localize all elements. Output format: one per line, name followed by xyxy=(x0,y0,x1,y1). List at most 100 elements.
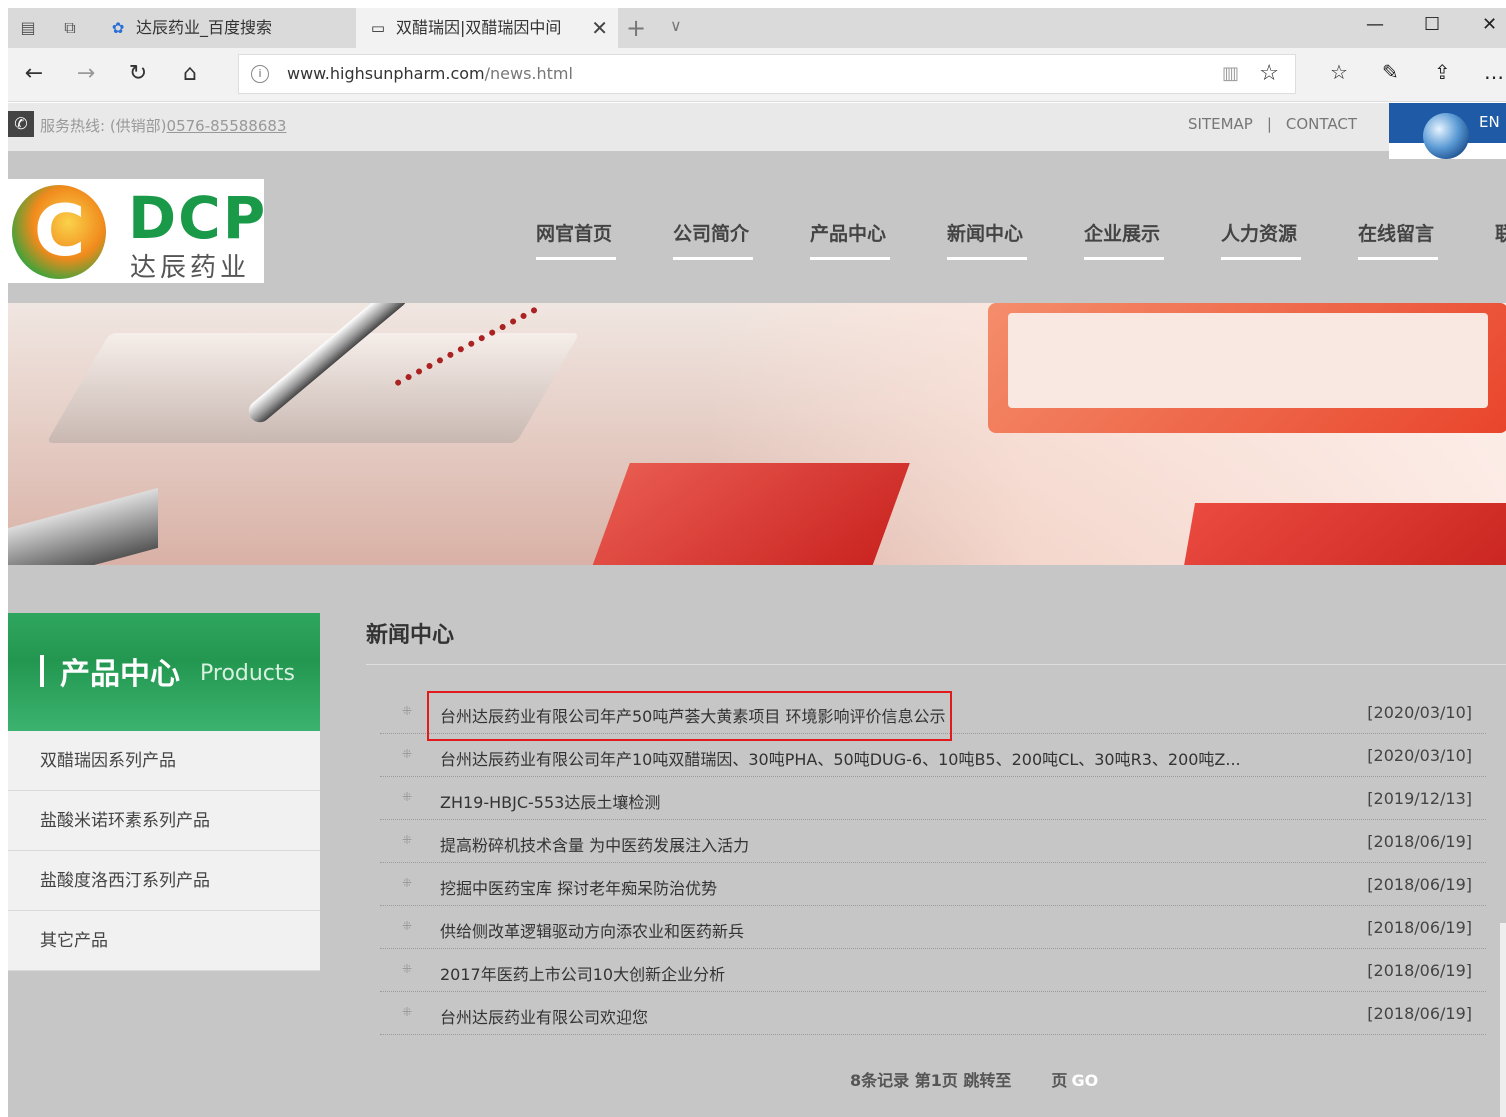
english-label[interactable]: EN xyxy=(1479,113,1500,131)
hotline-number[interactable]: 0576-85588683 xyxy=(167,117,287,135)
page-icon: ▭ xyxy=(370,19,386,37)
refresh-icon[interactable]: ↻ xyxy=(124,61,152,86)
link-separator: | xyxy=(1266,115,1272,133)
close-tab-icon[interactable]: ✕ xyxy=(591,8,608,48)
bullet-icon: ⁜ xyxy=(402,704,413,718)
tab-baidu[interactable]: ✿ 达辰药业_百度搜索 xyxy=(96,8,356,48)
scrollbar[interactable] xyxy=(1500,923,1506,1117)
go-button[interactable]: GO xyxy=(1071,1071,1098,1090)
tab-news[interactable]: ▭ 双醋瑞因|双醋瑞因中间 ✕ xyxy=(356,8,618,48)
share-icon[interactable]: ⇪ xyxy=(1434,60,1451,84)
sitemap-link[interactable]: SITEMAP xyxy=(1188,115,1253,133)
tab-preview-icon[interactable]: ∨ xyxy=(670,16,682,35)
top-info-bar: ✆ 服务热线: (供销部)0576-85588683 SITEMAP | CONTA… xyxy=(8,103,1506,159)
bullet-icon: ⁜ xyxy=(402,962,413,976)
news-title[interactable]: 供给侧改革逻辑驱动方向添农业和医药新兵 xyxy=(440,918,744,942)
news-title[interactable]: 挖掘中医药宝库 探讨老年痴呆防治优势 xyxy=(440,875,717,899)
url-field[interactable]: i www.highsunpharm.com/news.html ▥ ☆ xyxy=(238,54,1296,94)
nav-underline xyxy=(1358,257,1438,260)
nav-item-products[interactable]: 产品中心 xyxy=(810,219,890,260)
sidebar: 产品中心 Products 双醋瑞因系列产品 盐酸米诺环素系列产品 盐酸度洛西汀… xyxy=(8,613,320,971)
info-icon[interactable]: i xyxy=(251,65,269,83)
nav-item-hr[interactable]: 人力资源 xyxy=(1221,219,1301,260)
news-title[interactable]: 台州达辰药业有限公司年产10吨双醋瑞因、30吨PHA、50吨DUG-6、10吨B… xyxy=(440,746,1241,770)
contact-link[interactable]: CONTACT xyxy=(1286,115,1357,133)
url-host: www.highsunpharm.com xyxy=(287,64,485,83)
tab-label: 达辰药业_百度搜索 xyxy=(136,18,273,37)
nav-item-news[interactable]: 新闻中心 xyxy=(947,219,1027,260)
globe-icon xyxy=(1423,113,1469,159)
news-date: [2018/06/19] xyxy=(1367,918,1472,937)
news-list: ⁜ 台州达辰药业有限公司年产50吨芦荟大黄素项目 环境影响评价信息公示 [2020/… xyxy=(380,691,1486,1035)
favorite-star-icon[interactable]: ☆ xyxy=(1259,61,1279,86)
news-content: 新闻中心 ⁜ 台州达辰药业有限公司年产50吨芦荟大黄素项目 环境影响评价信息公示[… xyxy=(366,613,1506,1090)
hotline-label: 服务热线: (供销部) xyxy=(40,117,167,135)
sidebar-item-other[interactable]: 其它产品 xyxy=(8,911,320,971)
nav-item-about[interactable]: 公司简介 xyxy=(673,219,753,260)
news-title[interactable]: ZH19-HBJC-553达辰土壤检测 xyxy=(440,789,660,813)
url-path: /news.html xyxy=(484,64,573,83)
tab-manager-icon[interactable]: ▤ xyxy=(18,18,38,38)
nav-underline xyxy=(1221,257,1301,260)
phone-icon: ✆ xyxy=(8,111,34,137)
news-title[interactable]: 2017年医药上市公司10大创新企业分析 xyxy=(440,961,725,985)
nav-underline xyxy=(536,257,616,260)
news-title[interactable]: 提高粉碎机技术含量 为中医药发展注入活力 xyxy=(440,832,749,856)
list-item[interactable]: ⁜ 提高粉碎机技术含量 为中医药发展注入活力 [2018/06/19] xyxy=(380,820,1486,863)
language-switch[interactable]: EN xyxy=(1389,103,1506,159)
nav-label: 联 xyxy=(1495,223,1506,245)
maximize-icon[interactable]: ☐ xyxy=(1424,14,1440,35)
news-date: [2020/03/10] xyxy=(1367,746,1472,765)
pager-suffix: 页 xyxy=(1051,1071,1068,1090)
site-logo[interactable]: C DCP 达辰药业 xyxy=(8,179,268,283)
forward-icon[interactable]: → xyxy=(72,61,100,86)
tabs-aside-icon[interactable]: ⧉ xyxy=(60,18,80,38)
reading-view-icon[interactable]: ▥ xyxy=(1222,63,1239,84)
sidebar-item-diacerein[interactable]: 双醋瑞因系列产品 xyxy=(8,731,320,791)
tab-label: 双醋瑞因|双醋瑞因中间 xyxy=(396,18,562,37)
sidebar-header: 产品中心 Products xyxy=(8,613,320,731)
nav-item-message[interactable]: 在线留言 xyxy=(1358,219,1438,260)
sidebar-title: 产品中心 xyxy=(60,657,180,692)
news-date: [2018/06/19] xyxy=(1367,875,1472,894)
nav-item-showcase[interactable]: 企业展示 xyxy=(1084,219,1164,260)
banner-red-sheet xyxy=(586,463,910,565)
pagination: 8条记录 第1页 跳转至 页 GO xyxy=(850,1067,1098,1091)
back-icon[interactable]: ← xyxy=(20,61,48,86)
bullet-icon: ⁜ xyxy=(402,876,413,890)
news-date: [2018/06/19] xyxy=(1367,832,1472,851)
new-tab-icon[interactable]: + xyxy=(626,14,646,42)
list-item[interactable]: ⁜ ZH19-HBJC-553达辰土壤检测 [2019/12/13] xyxy=(380,777,1486,820)
list-item[interactable]: ⁜ 挖掘中医药宝库 探讨老年痴呆防治优势 [2018/06/19] xyxy=(380,863,1486,906)
nav-label: 人力资源 xyxy=(1221,223,1298,245)
logo-cn-text: 达辰药业 xyxy=(130,253,251,283)
favorites-icon[interactable]: ☆ xyxy=(1330,60,1348,84)
page-title: 新闻中心 xyxy=(366,613,1506,665)
close-window-icon[interactable]: ✕ xyxy=(1482,14,1497,35)
list-item[interactable]: ⁜ 2017年医药上市公司10大创新企业分析 [2018/06/19] xyxy=(380,949,1486,992)
banner-tablet-screen xyxy=(1008,313,1488,408)
paw-icon: ✿ xyxy=(111,19,125,37)
minimize-icon[interactable]: — xyxy=(1366,14,1384,35)
more-icon[interactable]: … xyxy=(1484,60,1504,84)
highlight-box xyxy=(427,691,952,741)
pager-summary: 8条记录 第1页 跳转至 xyxy=(850,1071,1012,1090)
pen-icon[interactable]: ✎ xyxy=(1382,60,1399,84)
nav-label: 公司简介 xyxy=(673,223,750,245)
sidebar-item-duloxetine[interactable]: 盐酸度洛西汀系列产品 xyxy=(8,851,320,911)
top-links: SITEMAP | CONTACT xyxy=(1188,115,1357,133)
list-item[interactable]: ⁜ 台州达辰药业有限公司欢迎您 [2018/06/19] xyxy=(380,992,1486,1035)
banner-keyboard xyxy=(8,487,158,565)
nav-item-contact[interactable]: 联 xyxy=(1495,219,1506,246)
url-text: www.highsunpharm.com/news.html xyxy=(287,64,573,83)
logo-text: DCP xyxy=(128,184,268,252)
news-date: [2018/06/19] xyxy=(1367,1004,1472,1023)
home-icon[interactable]: ⌂ xyxy=(176,61,204,86)
list-item[interactable]: ⁜ 供给侧改革逻辑驱动方向添农业和医药新兵 [2018/06/19] xyxy=(380,906,1486,949)
news-title[interactable]: 台州达辰药业有限公司欢迎您 xyxy=(440,1004,648,1028)
nav-underline xyxy=(673,257,753,260)
nav-label: 在线留言 xyxy=(1358,223,1435,245)
sidebar-item-minocycline[interactable]: 盐酸米诺环素系列产品 xyxy=(8,791,320,851)
news-date: [2020/03/10] xyxy=(1367,703,1472,722)
nav-item-home[interactable]: 网官首页 xyxy=(536,219,616,260)
